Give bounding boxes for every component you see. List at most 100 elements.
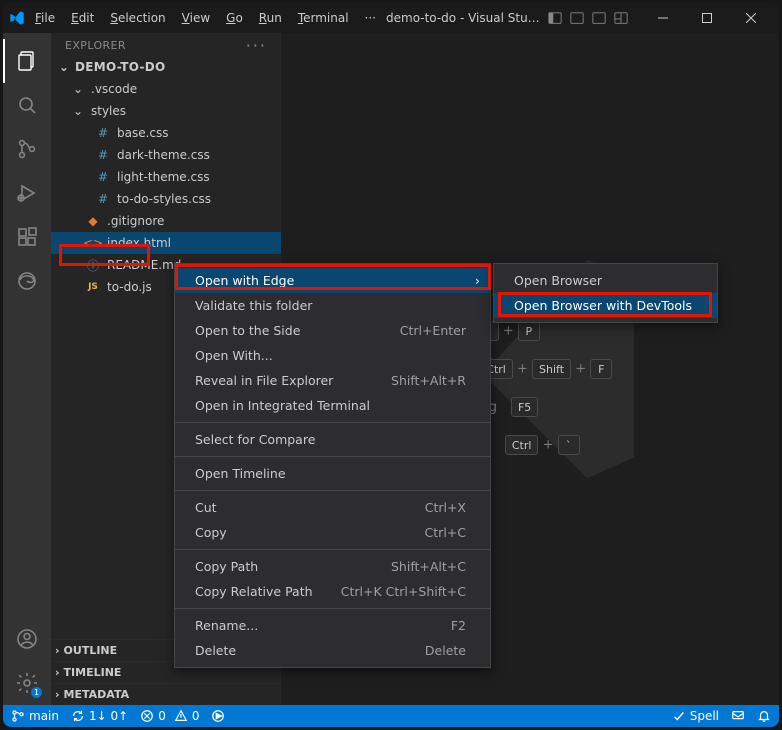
chevron-right-icon: › (55, 688, 60, 701)
menu-open-with[interactable]: Open With... (175, 343, 490, 368)
menu-view[interactable]: View (176, 7, 216, 29)
section-metadata[interactable]: ›METADATA (51, 683, 281, 705)
item-label: Validate this folder (195, 298, 312, 313)
activity-search-icon[interactable] (3, 83, 51, 127)
tree-file[interactable]: ◆ .gitignore (51, 210, 281, 232)
menu-go[interactable]: Go (220, 7, 249, 29)
chevron-down-icon: ⌄ (57, 60, 71, 74)
file-label: README.md (107, 258, 181, 272)
explorer-more-icon[interactable]: ··· (246, 43, 267, 49)
item-label: Copy Relative Path (195, 584, 313, 599)
info-icon: ⓘ (85, 257, 101, 274)
context-separator (175, 456, 490, 457)
menu-select-for-compare[interactable]: Select for Compare (175, 427, 490, 452)
menu-copy-path[interactable]: Copy Path Shift+Alt+C (175, 554, 490, 579)
settings-badge: 1 (30, 686, 43, 699)
activity-run-debug-icon[interactable] (3, 171, 51, 215)
item-label: Delete (195, 643, 236, 658)
code-icon: <> (85, 236, 101, 250)
status-bell-icon[interactable] (757, 709, 771, 723)
chevron-right-icon: › (55, 666, 60, 679)
status-spell[interactable]: Spell (672, 709, 719, 723)
gitignore-icon: ◆ (85, 214, 101, 228)
file-label: base.css (117, 126, 169, 140)
window-minimize[interactable] (641, 3, 685, 33)
hash-icon: # (95, 148, 111, 162)
status-branch[interactable]: main (11, 709, 59, 723)
title-bar: File Edit Selection View Go Run Terminal… (3, 3, 779, 33)
project-root[interactable]: ⌄ DEMO-TO-DO (51, 56, 281, 78)
item-label: Open Browser with DevTools (514, 298, 692, 313)
panel-left-icon[interactable] (547, 10, 563, 26)
menu-edit[interactable]: Edit (65, 7, 100, 29)
window-maximize[interactable] (685, 3, 729, 33)
hash-icon: # (95, 170, 111, 184)
menu-file[interactable]: File (29, 7, 61, 29)
tree-folder[interactable]: ⌄ .vscode (51, 78, 281, 100)
menu-copy-relative-path[interactable]: Copy Relative PathCtrl+K Ctrl+Shift+C (175, 579, 490, 604)
submenu-open-browser[interactable]: Open Browser (494, 268, 717, 293)
item-label: Open Timeline (195, 466, 286, 481)
tree-file[interactable]: #light-theme.css (51, 166, 281, 188)
submenu-open-browser-devtools[interactable]: Open Browser with DevTools (494, 293, 717, 318)
panel-right-icon[interactable] (591, 10, 607, 26)
menu-selection[interactable]: Selection (104, 7, 171, 29)
menu-validate-folder[interactable]: Validate this folder (175, 293, 490, 318)
folder-label: .vscode (91, 82, 137, 96)
item-shortcut: Ctrl+X (425, 500, 466, 515)
status-problems[interactable]: 0 0 (140, 709, 199, 723)
activity-extensions-icon[interactable] (3, 215, 51, 259)
chevron-right-icon: › (55, 644, 60, 657)
status-sync[interactable]: 1↓ 0↑ (71, 709, 128, 723)
menu-open-timeline[interactable]: Open Timeline (175, 461, 490, 486)
tree-file-selected[interactable]: <>index.html (51, 232, 281, 254)
tree-folder[interactable]: ⌄styles (51, 100, 281, 122)
item-label: Rename... (195, 618, 258, 633)
menu-delete[interactable]: DeleteDelete (175, 638, 490, 663)
menu-open-to-side[interactable]: Open to the SideCtrl+Enter (175, 318, 490, 343)
context-separator (175, 608, 490, 609)
branch-label: main (29, 709, 59, 723)
explorer-title: EXPLORER (65, 39, 126, 52)
menu-copy[interactable]: CopyCtrl+C (175, 520, 490, 545)
chevron-down-icon: ⌄ (71, 82, 85, 96)
window-title: demo-to-do - Visual Studio … (386, 11, 543, 25)
activity-edge-icon[interactable] (3, 259, 51, 303)
tree-file[interactable]: #dark-theme.css (51, 144, 281, 166)
menu-open-integrated-terminal[interactable]: Open in Integrated Terminal (175, 393, 490, 418)
hash-icon: # (95, 192, 111, 206)
sync-label: 1↓ 0↑ (89, 709, 128, 723)
activity-explorer-icon[interactable] (3, 39, 51, 83)
menu-terminal[interactable]: Terminal (292, 7, 355, 29)
activity-source-control-icon[interactable] (3, 127, 51, 171)
layout-controls (547, 10, 629, 26)
item-label: Open to the Side (195, 323, 300, 338)
panel-bottom-icon[interactable] (569, 10, 585, 26)
status-debug-icon[interactable] (211, 709, 225, 723)
item-shortcut: F2 (451, 618, 466, 633)
activity-settings-icon[interactable]: 1 (3, 661, 51, 705)
item-label: Copy Path (195, 559, 258, 574)
menu-overflow[interactable]: ··· (359, 7, 382, 29)
menu-cut[interactable]: CutCtrl+X (175, 495, 490, 520)
item-label: Reveal in File Explorer (195, 373, 333, 388)
item-shortcut: Shift+Alt+C (391, 559, 466, 574)
tree-file[interactable]: #to-do-styles.css (51, 188, 281, 210)
file-label: .gitignore (107, 214, 164, 228)
menu-open-with-edge[interactable]: Open with Edge › (175, 268, 490, 293)
item-label: Open with Edge (195, 273, 294, 288)
chevron-right-icon: › (475, 273, 480, 288)
customize-layout-icon[interactable] (613, 10, 629, 26)
window-close[interactable] (729, 3, 773, 33)
tree-file[interactable]: # base.css (51, 122, 281, 144)
activity-accounts-icon[interactable] (3, 617, 51, 661)
menu-run[interactable]: Run (253, 7, 288, 29)
menu-reveal-explorer[interactable]: Reveal in File ExplorerShift+Alt+R (175, 368, 490, 393)
menu-rename[interactable]: Rename... F2 (175, 613, 490, 638)
file-label: to-do.js (107, 280, 152, 294)
hash-icon: # (95, 126, 111, 140)
item-label: Open Browser (514, 273, 602, 288)
status-feedback-icon[interactable] (731, 709, 745, 723)
spell-label: Spell (690, 709, 719, 723)
item-label: Copy (195, 525, 227, 540)
